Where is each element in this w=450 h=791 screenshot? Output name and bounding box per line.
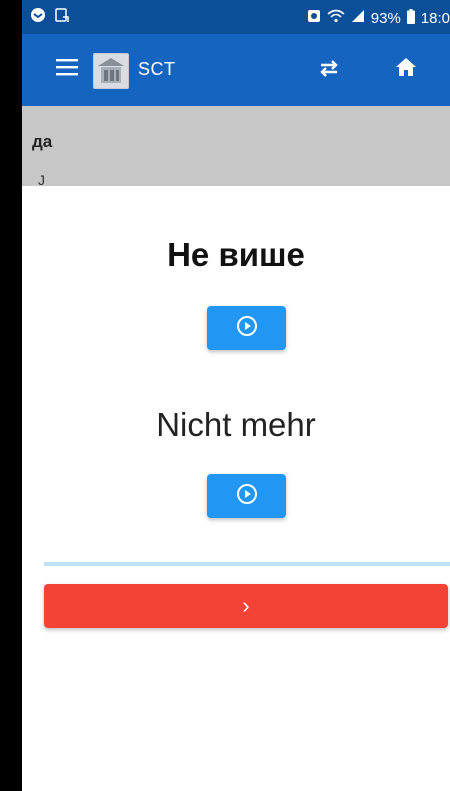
word-text: Не више [167,236,305,273]
wifi-icon [327,9,345,27]
phone-screen: 93% 18:0 SCT да J Не више Nicht mehr › [22,0,450,791]
home-icon[interactable] [394,55,418,84]
word-card: Не више Nicht mehr › [22,186,450,791]
play-translation-button[interactable] [207,474,286,518]
menu-icon[interactable] [56,58,78,81]
background-page: да Ja [22,106,450,186]
progress-bar [44,562,450,566]
battery-level: 93% [370,9,401,27]
next-button[interactable]: › [44,584,448,628]
background-partial-text: Ja [38,172,44,186]
swap-icon[interactable] [317,56,341,85]
signal-icon [351,9,365,27]
next-label: › [242,593,250,618]
background-word: да [32,132,53,151]
play-word-button[interactable] [207,306,286,350]
status-bar: 93% 18:0 [22,0,450,34]
translation-text: Nicht mehr [156,406,316,443]
notification-icon [30,7,46,27]
play-circle-icon [236,483,258,510]
cast-icon [54,7,70,27]
app-bar: SCT [22,34,450,106]
app-title: SCT [138,59,176,79]
app-logo[interactable] [93,53,129,89]
battery-icon [406,8,415,28]
clock: 18:0 [420,9,450,27]
alarm-icon [307,8,321,28]
play-circle-icon [236,315,258,342]
